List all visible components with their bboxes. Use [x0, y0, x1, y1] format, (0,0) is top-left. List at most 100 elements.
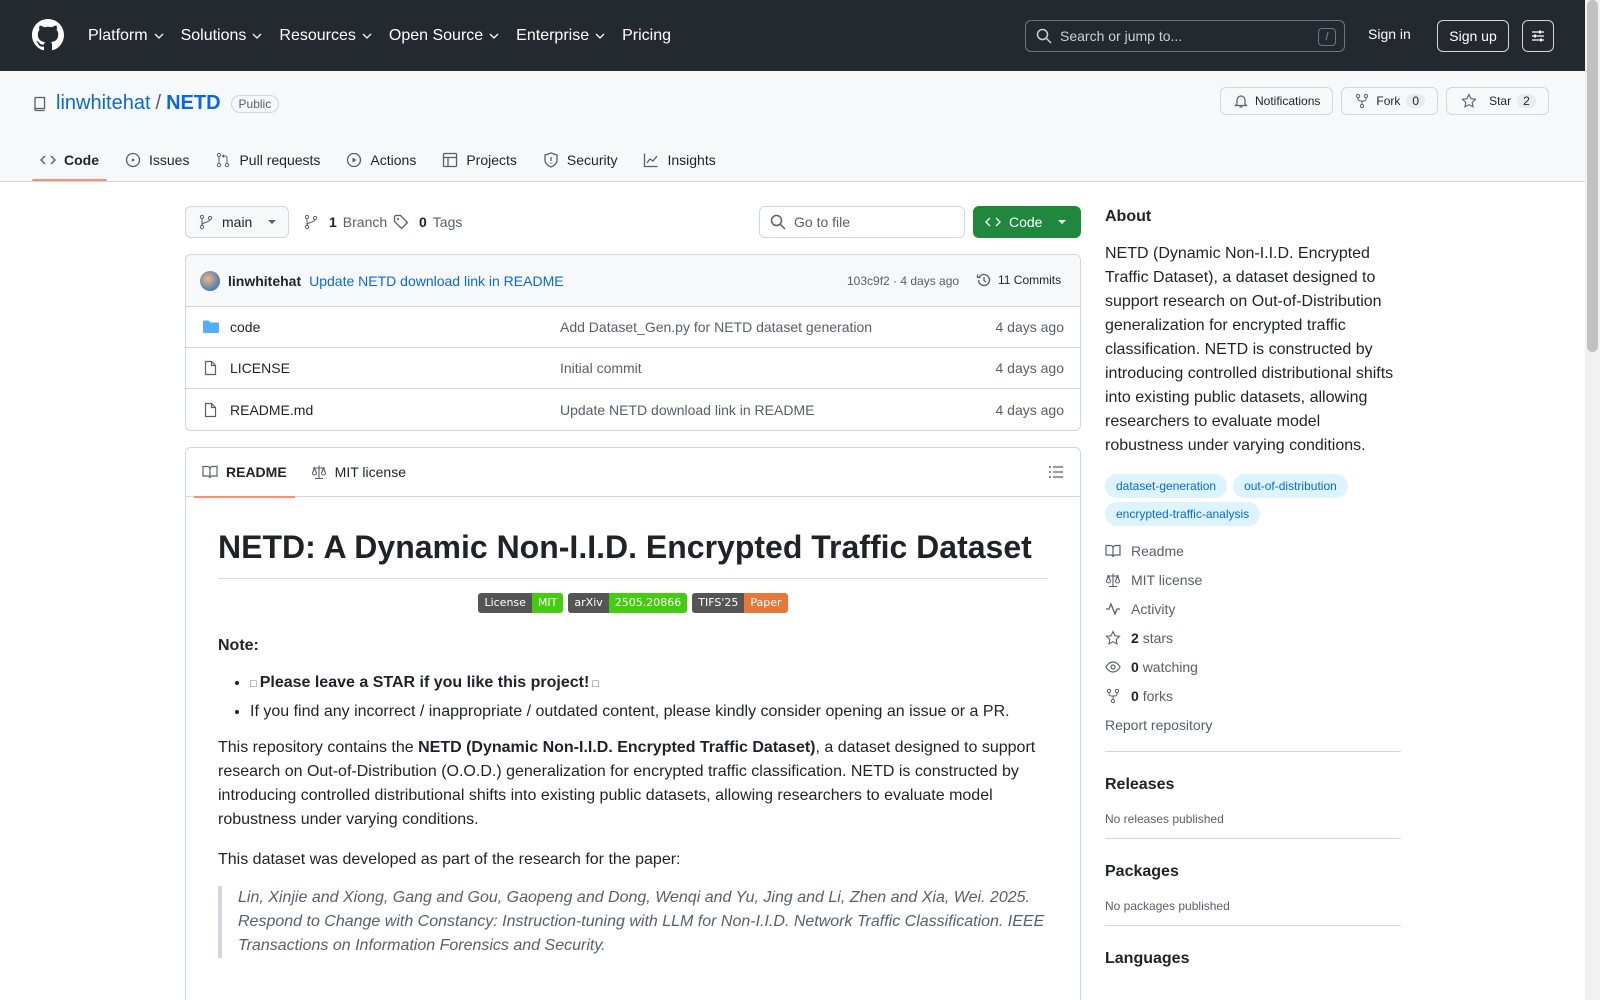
nav-enterprise[interactable]: Enterprise: [516, 27, 606, 45]
nav-pricing-label: Pricing: [622, 26, 671, 44]
arxiv-badge[interactable]: arXiv 2505.20866: [568, 593, 688, 613]
commit-message-link[interactable]: Update NETD download link in README: [309, 273, 563, 289]
nav-solutions[interactable]: Solutions: [181, 27, 264, 45]
file-name-link[interactable]: README.md: [230, 402, 313, 418]
packages-heading[interactable]: Packages: [1105, 863, 1401, 881]
nav-platform[interactable]: Platform: [88, 27, 165, 45]
code-button-label: Code: [1009, 214, 1043, 230]
activity-link-label: Activity: [1131, 600, 1176, 617]
go-to-file-input[interactable]: Go to file: [759, 206, 965, 238]
branches-link[interactable]: 1 Branch: [303, 214, 387, 230]
repo-icon: [34, 96, 46, 111]
forks-link[interactable]: 0 forks: [1105, 681, 1401, 710]
paper-badge[interactable]: TIFS'25 Paper: [692, 593, 788, 613]
topic-tag[interactable]: out-of-distribution: [1233, 474, 1348, 498]
topic-tag[interactable]: dataset-generation: [1105, 474, 1228, 498]
forks-count: 0: [1131, 687, 1139, 704]
file-date: 4 days ago: [995, 401, 1065, 418]
license-link[interactable]: MIT license: [1105, 565, 1401, 594]
settings-menu-button[interactable]: [1522, 20, 1554, 52]
nav-resources[interactable]: Resources: [279, 27, 372, 45]
report-repository-link[interactable]: Report repository: [1105, 710, 1401, 739]
nav-open-source[interactable]: Open Source: [389, 27, 500, 45]
shield-icon: [544, 152, 558, 168]
para-text: This repository contains the: [218, 739, 419, 756]
tab-issues-label: Issues: [149, 152, 190, 168]
file-name-link[interactable]: LICENSE: [230, 360, 290, 376]
commits-history-link[interactable]: 11 Commits: [976, 272, 1061, 288]
branch-icon: [304, 214, 318, 230]
bell-icon: [1234, 95, 1248, 108]
stars-link[interactable]: 2 stars: [1105, 623, 1401, 652]
star-button[interactable]: Star 2: [1446, 87, 1549, 115]
sign-up-button[interactable]: Sign up: [1437, 20, 1509, 52]
list-item: If you find any incorrect / inappropriat…: [250, 698, 1048, 726]
stars-label: stars: [1142, 629, 1174, 646]
tab-issues[interactable]: Issues: [117, 139, 197, 181]
tab-pull-requests[interactable]: Pull requests: [207, 139, 328, 181]
commit-author-link[interactable]: linwhitehat: [228, 273, 301, 289]
branch-selector[interactable]: main: [185, 206, 289, 238]
chevron-down-icon: [489, 33, 499, 39]
badge-value: MIT: [531, 593, 564, 613]
visibility-badge: Public: [230, 94, 280, 113]
nav-open-source-label: Open Source: [388, 26, 484, 44]
topic-tag[interactable]: encrypted-traffic-analysis: [1105, 502, 1261, 526]
file-commit-message[interactable]: Add Dataset_Gen.py for NETD dataset gene…: [560, 319, 872, 335]
fork-icon: [1106, 688, 1120, 703]
pulse-icon: [1106, 601, 1120, 616]
fork-icon: [1356, 93, 1369, 109]
activity-link[interactable]: Activity: [1105, 594, 1401, 623]
nav-pricing[interactable]: Pricing: [622, 27, 671, 45]
note-list: □ Please leave a STAR if you like this p…: [250, 669, 1048, 726]
languages-heading: Languages: [1105, 950, 1190, 967]
badge-label: TIFS'25: [692, 593, 745, 613]
list-icon[interactable]: [1048, 464, 1064, 480]
tab-insights[interactable]: Insights: [635, 139, 723, 181]
scrollbar-thumb[interactable]: [1587, 0, 1598, 352]
tags-link[interactable]: 0 Tags: [393, 214, 462, 230]
topic-list: dataset-generation out-of-distribution e…: [1105, 474, 1401, 526]
file-name-link[interactable]: code: [230, 319, 260, 335]
commit-hash-date[interactable]: 103c9f2 · 4 days ago: [847, 274, 959, 288]
badge-value: 2505.20866: [608, 593, 688, 613]
file-commit-message[interactable]: Update NETD download link in README: [560, 402, 814, 418]
license-badge[interactable]: License MIT: [478, 593, 564, 613]
branch-count: 1: [329, 214, 337, 230]
page-scrollbar[interactable]: [1585, 0, 1600, 1000]
fork-button[interactable]: Fork 0: [1341, 87, 1439, 115]
fork-label: Fork: [1376, 94, 1401, 108]
table-row[interactable]: LICENSE Initial commit 4 days ago: [186, 348, 1080, 389]
law-icon: [311, 465, 326, 480]
chevron-down-icon: [595, 33, 605, 39]
notifications-button[interactable]: Notifications: [1220, 87, 1334, 115]
readme-title: NETD: A Dynamic Non-I.I.D. Encrypted Tra…: [218, 529, 1048, 579]
releases-heading[interactable]: Releases: [1105, 776, 1401, 794]
tab-license[interactable]: MIT license: [303, 448, 414, 497]
avatar[interactable]: [200, 270, 220, 291]
search-icon: [770, 214, 786, 230]
sign-in-link[interactable]: Sign in: [1368, 26, 1411, 42]
commits-count-label: 11 Commits: [998, 273, 1062, 287]
watching-link[interactable]: 0 watching: [1105, 652, 1401, 681]
fork-count: 0: [1406, 94, 1426, 108]
readme-tabs: README MIT license: [186, 448, 1080, 498]
file-commit-message[interactable]: Initial commit: [560, 360, 642, 376]
tab-readme[interactable]: README: [194, 448, 295, 498]
citation-quote: Lin, Xinjie and Xiong, Gang and Gou, Gao…: [218, 886, 1048, 958]
code-download-button[interactable]: Code: [973, 206, 1081, 238]
readme-content: NETD: A Dynamic Non-I.I.D. Encrypted Tra…: [186, 529, 1080, 958]
github-logo-icon[interactable]: [32, 19, 64, 51]
tab-projects[interactable]: Projects: [434, 139, 525, 181]
tab-actions[interactable]: Actions: [338, 139, 424, 181]
note-heading: Note:: [218, 637, 259, 654]
readme-link[interactable]: Readme: [1105, 536, 1401, 565]
table-row[interactable]: code Add Dataset_Gen.py for NETD dataset…: [186, 307, 1080, 348]
tab-readme-label: README: [226, 464, 287, 480]
repo-name-link[interactable]: NETD: [166, 92, 220, 115]
repo-owner-link[interactable]: linwhitehat: [56, 92, 151, 115]
tab-code[interactable]: Code: [32, 139, 107, 181]
table-row[interactable]: README.md Update NETD download link in R…: [186, 389, 1080, 430]
tab-security[interactable]: Security: [535, 139, 626, 181]
global-search[interactable]: Search or jump to... /: [1025, 20, 1345, 52]
